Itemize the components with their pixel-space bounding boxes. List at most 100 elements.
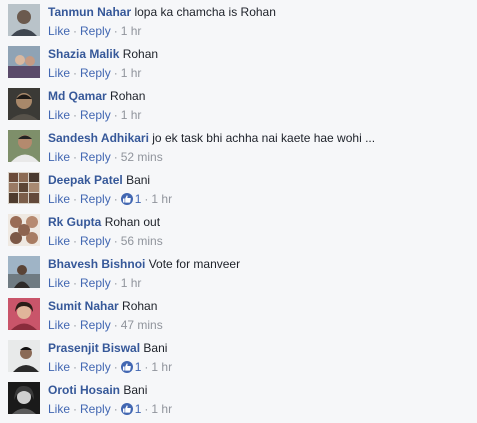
comment-text: Vote for manveer (148, 257, 241, 271)
like-button[interactable]: Like (48, 192, 70, 206)
comment-item: Oroti Hosain Bani Like · Reply · 1 · 1 hr (0, 382, 477, 423)
user-photo-icon (8, 214, 40, 246)
comment-timestamp[interactable]: 1 hr (121, 276, 142, 290)
comment-timestamp[interactable]: 52 mins (121, 150, 163, 164)
separator-dot: · (113, 150, 118, 164)
user-photo-icon (8, 340, 40, 372)
thumbs-up-icon (120, 403, 133, 415)
separator-dot: · (113, 192, 118, 206)
comment-text: Rohan (122, 299, 158, 313)
separator-dot: · (113, 402, 118, 416)
comment-author-link[interactable]: Md Qamar (48, 89, 107, 103)
comment-timestamp[interactable]: 56 mins (121, 234, 163, 248)
separator-dot: · (144, 360, 149, 374)
separator-dot: · (73, 276, 78, 290)
comment-timestamp[interactable]: 1 hr (151, 402, 172, 416)
separator-dot: · (73, 192, 78, 206)
reply-button[interactable]: Reply (80, 234, 111, 248)
comment-timestamp[interactable]: 47 mins (121, 318, 163, 332)
comment-timestamp[interactable]: 1 hr (121, 108, 142, 122)
comment-timestamp[interactable]: 1 hr (151, 192, 172, 206)
comment-author-link[interactable]: Sumit Nahar (48, 299, 119, 313)
separator-dot: · (113, 276, 118, 290)
comment-author-link[interactable]: Sandesh Adhikari (48, 131, 149, 145)
comment-author-link[interactable]: Tanmun Nahar (48, 5, 131, 19)
separator-dot: · (73, 108, 78, 122)
avatar[interactable] (8, 298, 40, 330)
avatar[interactable] (8, 256, 40, 288)
separator-dot: · (73, 150, 78, 164)
comment-item: Rk Gupta Rohan out Like · Reply · 56 mins (0, 214, 477, 256)
user-photo-icon (8, 298, 40, 330)
comment-author-link[interactable]: Rk Gupta (48, 215, 101, 229)
avatar[interactable] (8, 88, 40, 120)
reply-button[interactable]: Reply (80, 360, 111, 374)
like-button[interactable]: Like (48, 108, 70, 122)
separator-dot: · (73, 66, 78, 80)
thumbs-up-icon (120, 193, 133, 205)
like-button[interactable]: Like (48, 402, 70, 416)
avatar[interactable] (8, 340, 40, 372)
comment-author-link[interactable]: Deepak Patel (48, 173, 123, 187)
avatar[interactable] (8, 214, 40, 246)
reaction-count[interactable]: 1 (120, 191, 141, 207)
comment-item: Sandesh Adhikari jo ek task bhi achha na… (0, 130, 477, 172)
separator-dot: · (73, 360, 78, 374)
reply-button[interactable]: Reply (80, 276, 111, 290)
separator-dot: · (113, 234, 118, 248)
comment-author-link[interactable]: Prasenjit Biswal (48, 341, 140, 355)
avatar[interactable] (8, 130, 40, 162)
separator-dot: · (73, 24, 78, 38)
like-button[interactable]: Like (48, 234, 70, 248)
comment-text: Bani (123, 383, 148, 397)
separator-dot: · (113, 66, 118, 80)
like-button[interactable]: Like (48, 360, 70, 374)
comment-timestamp[interactable]: 1 hr (121, 24, 142, 38)
reaction-count[interactable]: 1 (120, 401, 141, 417)
comment-item: Sumit Nahar Rohan Like · Reply · 47 mins (0, 298, 477, 340)
reply-button[interactable]: Reply (80, 402, 111, 416)
separator-dot: · (113, 108, 118, 122)
avatar[interactable] (8, 4, 40, 36)
comment-author-link[interactable]: Oroti Hosain (48, 383, 120, 397)
comment-text: jo ek task bhi achha nai kaete hae wohi … (152, 131, 376, 145)
reply-button[interactable]: Reply (80, 66, 111, 80)
comment-item: Md Qamar Rohan Like · Reply · 1 hr (0, 88, 477, 130)
comment-text: Rohan (122, 47, 159, 61)
comment-item: Prasenjit Biswal Bani Like · Reply · 1 · 1 hr (0, 340, 477, 382)
comment-author-link[interactable]: Shazia Malik (48, 47, 119, 61)
reply-button[interactable]: Reply (80, 24, 111, 38)
comment-timestamp[interactable]: 1 hr (151, 360, 172, 374)
comment-text: Rohan out (104, 215, 161, 229)
separator-dot: · (113, 360, 118, 374)
comment-text: Bani (143, 341, 168, 355)
separator-dot: · (144, 192, 149, 206)
user-photo-icon (8, 172, 40, 204)
user-photo-icon (8, 130, 40, 162)
separator-dot: · (113, 318, 118, 332)
reply-button[interactable]: Reply (80, 192, 111, 206)
comment-timestamp[interactable]: 1 hr (121, 66, 142, 80)
like-button[interactable]: Like (48, 24, 70, 38)
reply-button[interactable]: Reply (80, 108, 111, 122)
reply-button[interactable]: Reply (80, 318, 111, 332)
comment-item: Bhavesh Bishnoi Vote for manveer Like · Re… (0, 256, 477, 298)
like-button[interactable]: Like (48, 318, 70, 332)
comment-item: Shazia Malik Rohan Like · Reply · 1 hr (0, 46, 477, 88)
separator-dot: · (144, 402, 149, 416)
avatar[interactable] (8, 46, 40, 78)
like-button[interactable]: Like (48, 66, 70, 80)
comment-item: Tanmun Nahar lopa ka chamcha is Rohan Li… (0, 4, 477, 46)
separator-dot: · (113, 24, 118, 38)
like-button[interactable]: Like (48, 276, 70, 290)
avatar[interactable] (8, 172, 40, 204)
comment-item: Deepak Patel Bani Like · Reply · 1 · 1 hr (0, 172, 477, 214)
user-photo-icon (8, 88, 40, 120)
separator-dot: · (73, 402, 78, 416)
avatar[interactable] (8, 382, 40, 414)
reaction-count[interactable]: 1 (120, 359, 141, 375)
reply-button[interactable]: Reply (80, 150, 111, 164)
like-button[interactable]: Like (48, 150, 70, 164)
user-photo-icon (8, 382, 40, 414)
comment-author-link[interactable]: Bhavesh Bishnoi (48, 257, 145, 271)
